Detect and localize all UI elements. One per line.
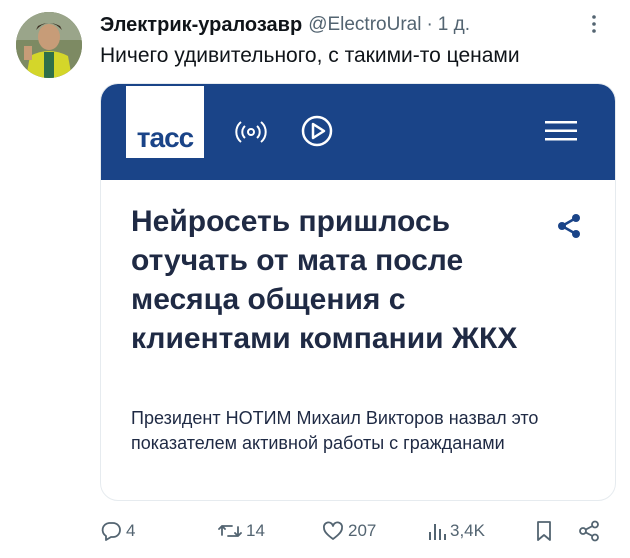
logo-text: тасс <box>136 122 194 153</box>
avatar[interactable] <box>16 12 82 78</box>
like-icon <box>322 520 344 542</box>
share-icon[interactable] <box>555 212 583 245</box>
reply-icon <box>100 520 122 542</box>
tweet-time[interactable]: 1 д. <box>438 14 470 36</box>
views-icon <box>428 520 446 542</box>
like-button[interactable]: 207 <box>322 520 376 542</box>
separator-dot: · <box>426 14 433 35</box>
tweet-header: Электрик-уралозавр @ElectroUral · 1 д. <box>100 12 614 38</box>
retweet-button[interactable]: 14 <box>218 520 265 542</box>
author-name[interactable]: Электрик-уралозавр <box>100 14 302 37</box>
link-card[interactable]: тасс Нейросеть пришлось отучать от мата … <box>100 83 616 501</box>
tweet-actions: 4 14 207 3,4K <box>100 520 614 544</box>
bookmark-icon <box>534 520 554 542</box>
retweet-count: 14 <box>246 521 265 540</box>
article-headline: Нейросеть пришлось отучать от мата после… <box>131 205 518 355</box>
reply-button[interactable]: 4 <box>100 520 135 542</box>
menu-icon[interactable] <box>545 120 577 147</box>
radio-icon[interactable] <box>234 117 268 152</box>
share-tweet-button[interactable] <box>578 520 600 542</box>
more-icon[interactable] <box>582 14 606 39</box>
tass-logo: тасс <box>126 86 204 158</box>
retweet-icon <box>218 520 242 542</box>
card-header-bar: тасс <box>101 84 615 180</box>
article-lead: Президент НОТИМ Михаил Викторов назвал э… <box>131 408 539 453</box>
bookmark-button[interactable] <box>534 520 554 542</box>
reply-count: 4 <box>126 521 136 540</box>
author-handle[interactable]: @ElectroUral <box>308 14 421 36</box>
tweet-text: Ничего удивительного, с такими-то ценами <box>100 44 520 67</box>
views-button[interactable]: 3,4K <box>428 520 485 542</box>
like-count: 207 <box>348 521 377 540</box>
share-tweet-icon <box>578 520 600 542</box>
play-icon[interactable] <box>300 114 334 153</box>
views-count: 3,4K <box>450 521 485 540</box>
